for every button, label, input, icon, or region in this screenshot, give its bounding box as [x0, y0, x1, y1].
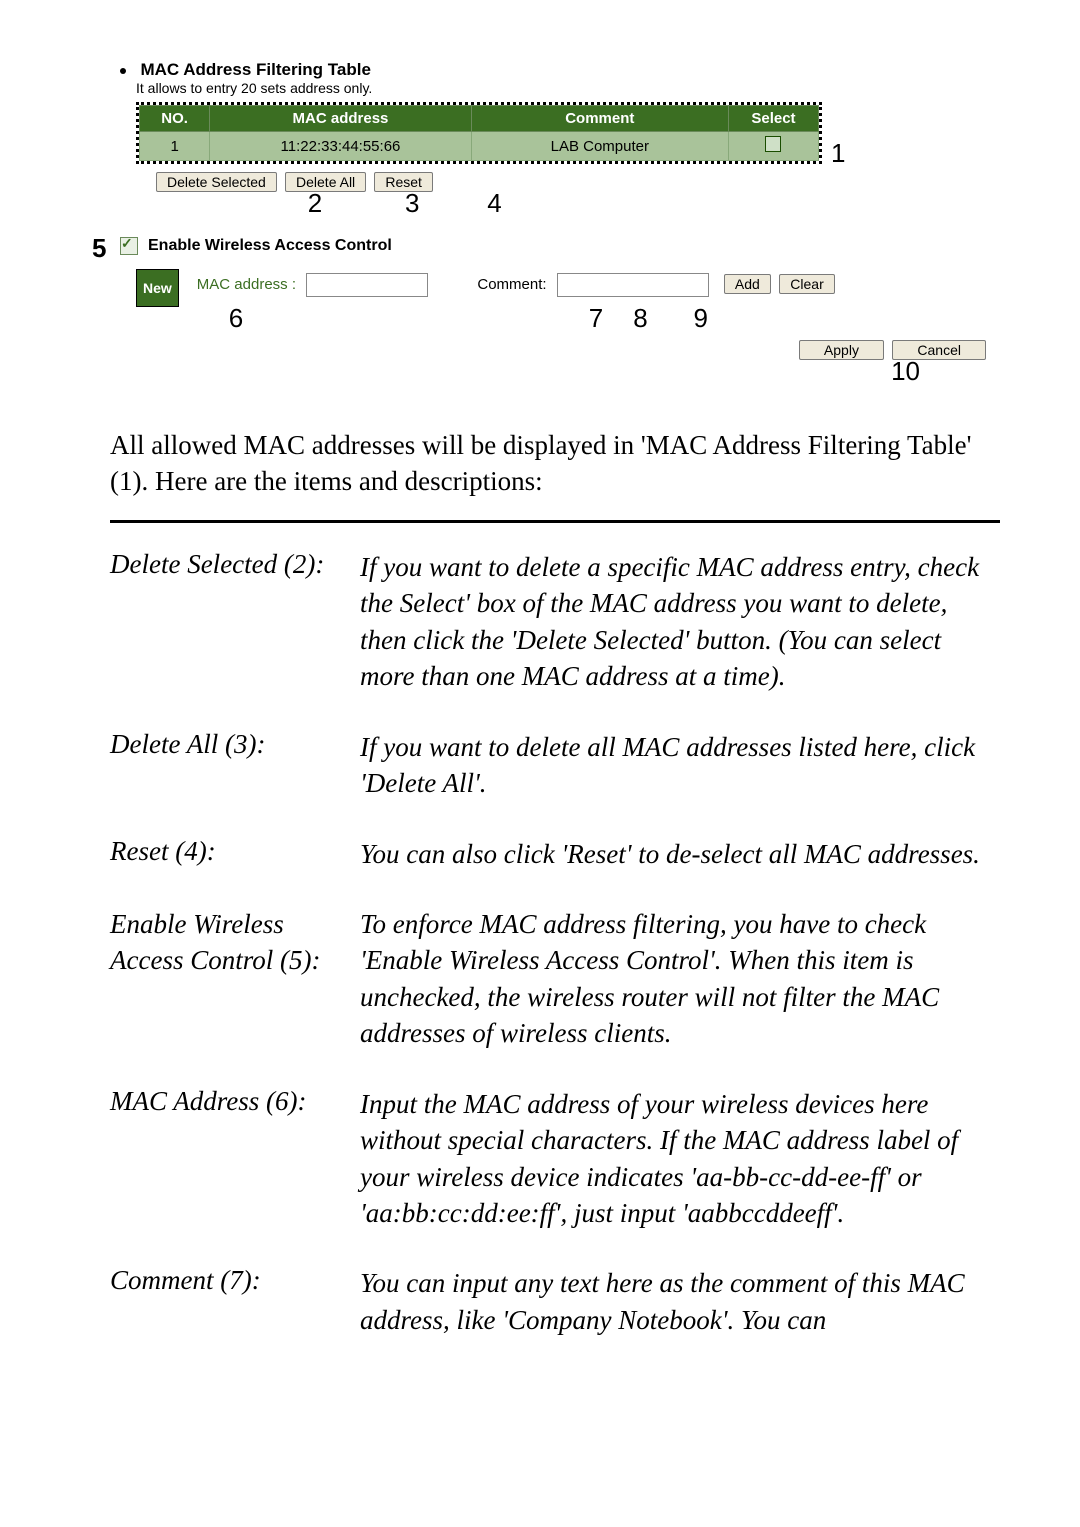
- term: Delete All (3):: [110, 729, 360, 802]
- mac-table: NO. MAC address Comment Select 1 11:22:3…: [139, 105, 819, 161]
- callout-9: 9: [678, 303, 724, 334]
- term-line-1: Enable Wireless: [110, 909, 284, 939]
- callout-3: 3: [367, 188, 457, 219]
- term: Delete Selected (2):: [110, 549, 360, 695]
- comment-input[interactable]: [557, 273, 709, 297]
- callout-7: 7: [343, 303, 603, 334]
- table-header-row: NO. MAC address Comment Select: [140, 106, 819, 132]
- desc: You can also click 'Reset' to de-select …: [360, 836, 1000, 872]
- cell-no: 1: [140, 132, 210, 161]
- term-line-2: Access Control (5):: [110, 945, 320, 975]
- apply-button[interactable]: Apply: [799, 340, 884, 360]
- delete-all-button[interactable]: Delete All: [285, 172, 366, 192]
- desc: To enforce MAC address filtering, you ha…: [360, 906, 1000, 1052]
- cell-mac: 11:22:33:44:55:66: [210, 132, 471, 161]
- mac-table-frame: NO. MAC address Comment Select 1 11:22:3…: [136, 102, 822, 164]
- term: Comment (7):: [110, 1265, 360, 1338]
- mac-address-input[interactable]: [306, 273, 428, 297]
- desc: If you want to delete all MAC addresses …: [360, 729, 1000, 802]
- term: MAC Address (6):: [110, 1086, 360, 1232]
- callout-2: 2: [270, 188, 360, 219]
- col-no: NO.: [140, 106, 210, 132]
- comment-label: Comment:: [477, 276, 546, 293]
- delete-selected-button[interactable]: Delete Selected: [156, 172, 277, 192]
- term: Enable Wireless Access Control (5):: [110, 906, 360, 1052]
- figure-title: MAC Address Filtering Table: [140, 60, 370, 79]
- callout-8: 8: [610, 303, 670, 334]
- definitions-list: Delete Selected (2): If you want to dele…: [110, 549, 1000, 1338]
- definition-delete-all: Delete All (3): If you want to delete al…: [110, 729, 1000, 802]
- clear-button[interactable]: Clear: [779, 274, 834, 294]
- definition-delete-selected: Delete Selected (2): If you want to dele…: [110, 549, 1000, 695]
- new-tag: New: [136, 269, 179, 307]
- select-checkbox[interactable]: [765, 136, 781, 152]
- add-button[interactable]: Add: [724, 274, 771, 294]
- desc: If you want to delete a specific MAC add…: [360, 549, 1000, 695]
- cell-comment: LAB Computer: [471, 132, 728, 161]
- enable-wireless-label: Enable Wireless Access Control: [148, 237, 392, 255]
- table-row: 1 11:22:33:44:55:66 LAB Computer: [140, 132, 819, 161]
- enable-wireless-checkbox[interactable]: [120, 237, 138, 255]
- definition-mac-address: MAC Address (6): Input the MAC address o…: [110, 1086, 1000, 1232]
- callout-5: 5: [92, 233, 106, 264]
- callout-6: 6: [136, 303, 336, 334]
- desc: Input the MAC address of your wireless d…: [360, 1086, 1000, 1232]
- term: Reset (4):: [110, 836, 360, 872]
- mac-filtering-figure: MAC Address Filtering Table It allows to…: [120, 60, 1000, 387]
- col-comment: Comment: [471, 106, 728, 132]
- reset-button[interactable]: Reset: [374, 172, 433, 192]
- desc: You can input any text here as the comme…: [360, 1265, 1000, 1338]
- definition-enable-wireless: Enable Wireless Access Control (5): To e…: [110, 906, 1000, 1052]
- col-mac: MAC address: [210, 106, 471, 132]
- cell-select[interactable]: [728, 132, 818, 161]
- definition-reset: Reset (4): You can also click 'Reset' to…: [110, 836, 1000, 872]
- definition-comment: Comment (7): You can input any text here…: [110, 1265, 1000, 1338]
- callout-10: 10: [891, 356, 920, 386]
- mac-address-label: MAC address :: [197, 276, 296, 293]
- figure-subtitle: It allows to entry 20 sets address only.: [136, 80, 1000, 96]
- callout-1: 1: [831, 138, 845, 169]
- col-select: Select: [728, 106, 818, 132]
- callout-4: 4: [464, 188, 524, 219]
- intro-paragraph: All allowed MAC addresses will be displa…: [110, 427, 1000, 500]
- divider: [110, 520, 1000, 523]
- bullet-icon: [120, 68, 126, 74]
